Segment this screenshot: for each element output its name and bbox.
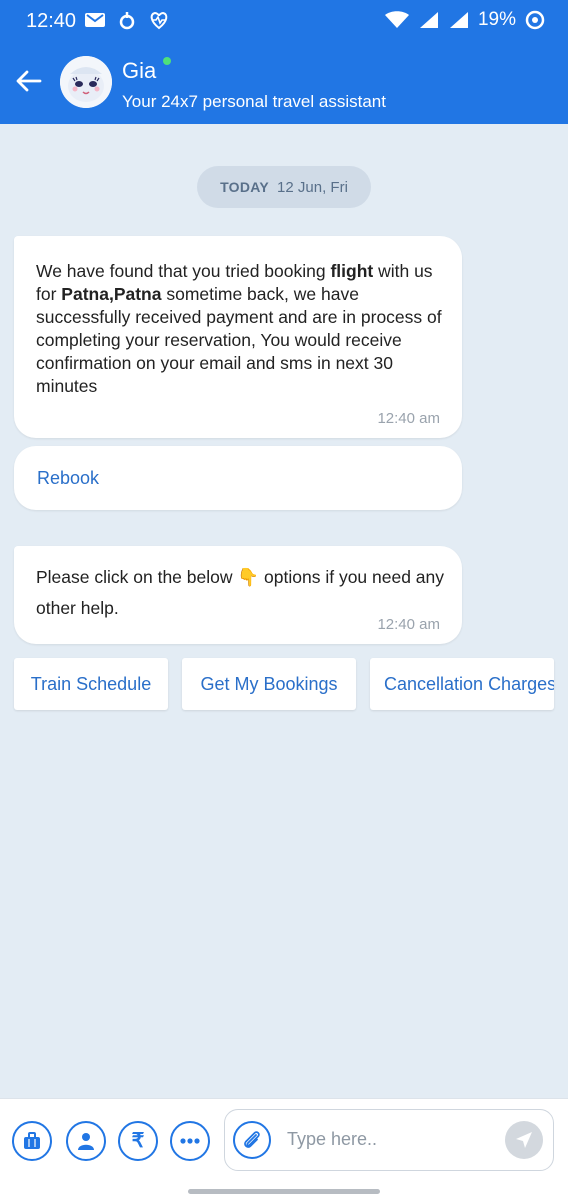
quick-reply-cancellation-charges[interactable]: Cancellation Charges (370, 658, 554, 710)
profile-button[interactable] (66, 1121, 106, 1161)
message-time: 12:40 am (377, 410, 440, 427)
composer-bar: ₹ Type here.. (0, 1098, 568, 1200)
more-options-button[interactable] (170, 1121, 210, 1161)
person-icon (78, 1133, 94, 1150)
date-value: 12 Jun, Fri (277, 178, 348, 196)
message-time: 12:40 am (377, 616, 440, 633)
assistant-name: Gia (122, 58, 157, 83)
status-bar: 12:40 19% (0, 0, 568, 44)
home-indicator[interactable] (188, 1189, 380, 1194)
quick-reply-train-schedule[interactable]: Train Schedule (14, 658, 168, 710)
attach-icon (244, 1131, 260, 1148)
rupee-icon: ₹ (131, 1130, 145, 1152)
bot-avatar (60, 56, 112, 108)
app-notification-icon (119, 12, 135, 30)
app-header: 12:40 19% Gia Your 24x7 personal travel … (0, 0, 568, 124)
rebook-button[interactable]: Rebook (14, 446, 462, 510)
briefcase-icon (24, 1132, 40, 1149)
heart-monitor-icon (150, 11, 168, 30)
pointing-down-emoji-icon: 👇 (237, 567, 260, 587)
attach-button[interactable] (233, 1121, 271, 1159)
message-text: We have found that you tried booking fli… (36, 261, 442, 396)
send-button[interactable] (505, 1121, 543, 1159)
bot-message-booking-status: We have found that you tried booking fli… (14, 236, 462, 438)
system-status: 19% (384, 9, 546, 31)
back-arrow-icon[interactable] (14, 66, 44, 96)
assistant-subtitle: Your 24x7 personal travel assistant (122, 92, 386, 111)
send-icon (516, 1132, 532, 1148)
briefcase-button[interactable] (12, 1121, 52, 1161)
quick-reply-get-my-bookings[interactable]: Get My Bookings (182, 658, 356, 710)
message-input-placeholder: Type here.. (287, 1129, 378, 1149)
battery-level: 19% (477, 9, 516, 30)
gmail-icon (85, 13, 105, 27)
date-separator: TODAY 12 Jun, Fri (197, 166, 371, 208)
more-icon (180, 1138, 200, 1144)
battery-saver-icon (525, 10, 545, 30)
rebook-label: Rebook (37, 468, 100, 488)
signal-icon (419, 12, 438, 28)
bot-message-help-prompt: Please click on the below 👇 options if y… (14, 546, 462, 644)
signal-icon (449, 12, 468, 28)
status-time: 12:40 (26, 10, 77, 32)
message-text: Please click on the below 👇 options if y… (36, 567, 445, 618)
wifi-icon (384, 11, 409, 28)
online-status-dot (163, 57, 171, 65)
message-input-field[interactable]: Type here.. (224, 1109, 554, 1171)
notification-icons (84, 10, 170, 30)
date-today-label: TODAY (220, 179, 270, 195)
payment-button[interactable]: ₹ (118, 1121, 158, 1161)
